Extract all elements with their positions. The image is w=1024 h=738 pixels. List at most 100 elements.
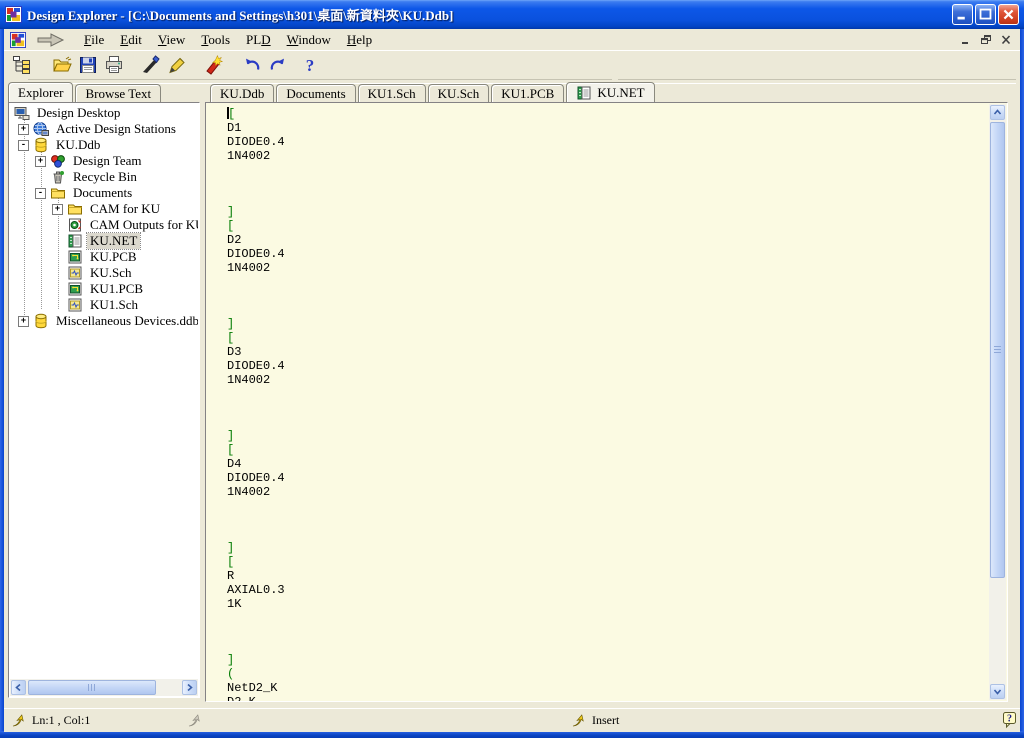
cut-button[interactable] (137, 52, 163, 77)
cursor-position-field: Ln:1 , Col:1 (12, 709, 90, 732)
tree-item-label: Design Team (70, 153, 145, 169)
tree-item-ku-net[interactable]: KU.NET (10, 233, 198, 249)
tree-item-label: Design Desktop (34, 105, 123, 121)
tree-item-miscellaneous-devices-ddb[interactable]: +Miscellaneous Devices.ddb (10, 313, 198, 329)
menu-edit[interactable]: Edit (112, 30, 150, 50)
child-close-button[interactable] (997, 33, 1014, 47)
menu-tools[interactable]: Tools (193, 30, 238, 50)
editor-vertical-scrollbar[interactable] (989, 104, 1006, 700)
doc-tab-documents[interactable]: Documents (276, 84, 355, 102)
editor-line: D1 (227, 121, 989, 135)
scroll-down-button[interactable] (990, 684, 1005, 699)
redo-icon (268, 55, 288, 75)
tree-item-label: Active Design Stations (53, 121, 179, 137)
doc-tab-ku-ddb[interactable]: KU.Ddb (210, 84, 274, 102)
tree-item-active-design-stations[interactable]: + Active Design Stations (10, 121, 198, 137)
editor-line: [ (227, 107, 989, 121)
tree-item-recycle-bin[interactable]: Recycle Bin (10, 169, 198, 185)
cursor-position: Ln:1 , Col:1 (32, 713, 90, 728)
expand-box[interactable]: + (52, 204, 63, 215)
menu-arrow-icon[interactable] (36, 33, 66, 47)
protel-logo-icon (5, 6, 22, 23)
undo-button[interactable] (239, 52, 265, 77)
position-arrow-icon (12, 714, 27, 727)
help-icon: ? (300, 55, 320, 75)
open-document-button[interactable] (49, 52, 75, 77)
print-document-button[interactable] (101, 52, 127, 77)
close-button[interactable] (998, 4, 1019, 25)
editor-line: ] (227, 429, 989, 443)
scroll-up-button[interactable] (990, 105, 1005, 120)
stations-icon (33, 121, 49, 137)
expand-box[interactable]: + (18, 316, 29, 327)
tree-item-ku1-sch[interactable]: KU1.Sch (10, 297, 198, 313)
window-title: Design Explorer - [C:\Documents and Sett… (27, 5, 950, 24)
help-balloon-icon[interactable]: ? (1001, 711, 1018, 729)
window-border-right (1020, 29, 1024, 738)
minimize-glyph-icon (953, 5, 972, 24)
editor-line: ] (227, 317, 989, 331)
paste-button[interactable] (163, 52, 189, 77)
tree-item-documents[interactable]: -Documents (10, 185, 198, 201)
editor-line: ( (227, 667, 989, 681)
protel-logo-icon[interactable] (10, 32, 26, 48)
tab-browse-text[interactable]: Browse Text (75, 84, 161, 102)
scroll-left-button[interactable] (11, 680, 26, 695)
pcb-icon (67, 281, 83, 297)
tree-item-ku-sch[interactable]: KU.Sch (10, 265, 198, 281)
editor-line (227, 275, 989, 289)
scroll-right-button[interactable] (182, 680, 197, 695)
collapse-box[interactable]: - (18, 140, 29, 151)
tree-item-ku-ddb[interactable]: -KU.Ddb (10, 137, 198, 153)
editor-scroll-thumb[interactable] (990, 122, 1005, 578)
help-button[interactable]: ? (297, 52, 323, 77)
doc-tab-ku-net[interactable]: KU.NET (566, 82, 654, 102)
redo-button[interactable] (265, 52, 291, 77)
tree-item-design-team[interactable]: + Design Team (10, 153, 198, 169)
editor-line (227, 387, 989, 401)
tree-scroll-thumb[interactable] (28, 680, 156, 695)
maximize-glyph-icon (976, 5, 995, 24)
tab-explorer[interactable]: Explorer (8, 82, 73, 102)
child-minimize-button[interactable] (957, 33, 974, 47)
svg-text:?: ? (1007, 714, 1012, 725)
text-editor[interactable]: [D1DIODE0.41N4002][D2DIODE0.41N4002][D3D… (206, 103, 989, 701)
tree-horizontal-scrollbar[interactable] (10, 679, 198, 696)
maximize-button[interactable] (975, 4, 996, 25)
menu-window[interactable]: Window (279, 30, 339, 50)
window-border-left (0, 29, 4, 738)
menu-bar: FileEditViewToolsPLDWindowHelp (4, 29, 1020, 51)
menu-file[interactable]: File (76, 30, 112, 50)
editor-line: [ (227, 331, 989, 345)
menu-help[interactable]: Help (339, 30, 380, 50)
tree-item-cam-outputs-for-ku[interactable]: CAM Outputs for KU (10, 217, 198, 233)
editor-line (227, 499, 989, 513)
menu-pld[interactable]: PLD (238, 30, 279, 50)
tree-item-label: CAM Outputs for KU (87, 217, 198, 233)
run-macro-button[interactable] (201, 52, 227, 77)
collapse-box[interactable]: - (35, 188, 46, 199)
editor-line (227, 527, 989, 541)
expand-box[interactable]: + (35, 156, 46, 167)
child-restore-button[interactable] (977, 33, 994, 47)
save-document-button[interactable] (75, 52, 101, 77)
doc-tab-ku1-sch[interactable]: KU1.Sch (358, 84, 426, 102)
doc-tab-ku-sch[interactable]: KU.Sch (428, 84, 490, 102)
tree-item-ku-pcb[interactable]: KU.PCB (10, 249, 198, 265)
tree-item-cam-for-ku[interactable]: +CAM for KU (10, 201, 198, 217)
tree-item-ku1-pcb[interactable]: KU1.PCB (10, 281, 198, 297)
minimize-button[interactable] (952, 4, 973, 25)
editor-line: D2-K (227, 695, 989, 701)
expand-box[interactable]: + (18, 124, 29, 135)
toggle-explorer-button[interactable] (9, 52, 35, 77)
editor-line: [ (227, 443, 989, 457)
tree-item-design-desktop[interactable]: Design Desktop (10, 105, 198, 121)
tree-item-label: KU1.Sch (87, 297, 141, 313)
mdi-restore-icon (980, 35, 992, 45)
editor-line: 1K (227, 597, 989, 611)
knife-icon (140, 55, 160, 75)
database-icon (33, 313, 49, 329)
menu-view[interactable]: View (150, 30, 193, 50)
doc-tab-ku1-pcb[interactable]: KU1.PCB (491, 84, 564, 102)
netlist-doc-icon (576, 85, 592, 101)
